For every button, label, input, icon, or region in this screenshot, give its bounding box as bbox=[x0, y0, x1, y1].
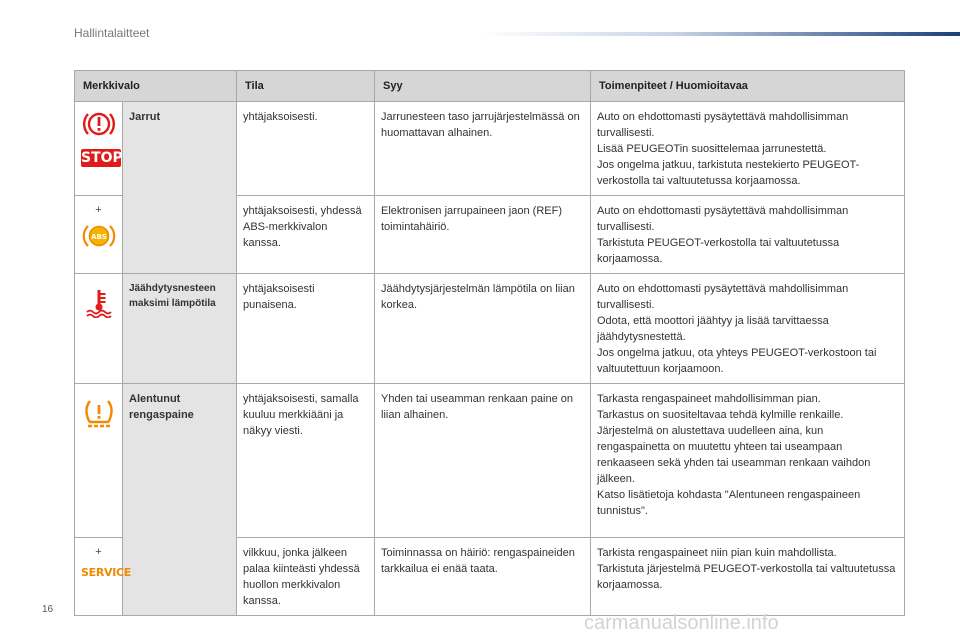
service-icon: SERVICE bbox=[81, 566, 131, 579]
coolant-temperature-icon bbox=[85, 290, 112, 318]
icon-cell bbox=[74, 273, 123, 384]
table-row: + ABS yhtäjaksoisesti, yhdessä ABS-merkk… bbox=[74, 195, 905, 274]
header-state: Tila bbox=[236, 70, 375, 102]
action-cell: Tarkasta rengaspaineet mahdollisimman pi… bbox=[590, 383, 905, 538]
tyre-pressure-icon bbox=[84, 400, 113, 428]
abs-icon: ABS bbox=[82, 225, 115, 247]
state-cell: yhtäjaksoisesti. bbox=[236, 101, 375, 196]
plus-sign: + bbox=[95, 204, 102, 216]
table-header-row: Merkkivalo Tila Syy Toimenpiteet / Huomi… bbox=[74, 70, 905, 102]
warning-name-empty bbox=[122, 537, 237, 616]
stop-icon: STOP bbox=[81, 149, 123, 167]
table-row: STOP Jarrut yhtäjaksoisesti. Jarrunestee… bbox=[74, 101, 905, 196]
table-row: + SERVICE vilkkuu, jonka jälkeen palaa k… bbox=[74, 537, 905, 616]
icon-cell: STOP bbox=[74, 101, 123, 196]
warning-lights-table: Merkkivalo Tila Syy Toimenpiteet / Huomi… bbox=[74, 70, 905, 616]
section-title: Hallintalaitteet bbox=[74, 26, 150, 40]
warning-name: Alentunut rengaspaine bbox=[122, 383, 237, 538]
state-cell: yhtäjaksoisesti, yhdessä ABS-merkkivalon… bbox=[236, 195, 375, 274]
action-cell: Tarkista rengaspaineet niin pian kuin ma… bbox=[590, 537, 905, 616]
table-row: Alentunut rengaspaine yhtäjaksoisesti, s… bbox=[74, 383, 905, 538]
action-cell: Auto on ehdottomasti pysäytettävä mahdol… bbox=[590, 273, 905, 384]
page-number: 16 bbox=[42, 604, 54, 615]
header-bar bbox=[480, 32, 960, 36]
action-cell: Auto on ehdottomasti pysäytettävä mahdol… bbox=[590, 101, 905, 196]
cause-cell: Jarrunesteen taso jarrujärjestelmässä on… bbox=[374, 101, 591, 196]
cause-cell: Toiminnassa on häiriö: rengaspaineiden t… bbox=[374, 537, 591, 616]
header-cause: Syy bbox=[374, 70, 591, 102]
cause-cell: Jäähdytysjärjestelmän lämpötila on liian… bbox=[374, 273, 591, 384]
table-row: Jäähdytysnesteen maksimi lämpötila yhtäj… bbox=[74, 273, 905, 384]
warning-name: Jäähdytysnesteen maksimi lämpötila bbox=[122, 273, 237, 384]
brake-warning-icon bbox=[82, 112, 115, 136]
cause-cell: Elektronisen jarrupaineen jaon (REF) toi… bbox=[374, 195, 591, 274]
icon-cell: + ABS bbox=[74, 195, 123, 274]
header-action: Toimenpiteet / Huomioitavaa bbox=[590, 70, 905, 102]
state-cell: vilkkuu, jonka jälkeen palaa kiinteästi … bbox=[236, 537, 375, 616]
header-symbol: Merkkivalo bbox=[74, 70, 237, 102]
action-cell: Auto on ehdottomasti pysäytettävä mahdol… bbox=[590, 195, 905, 274]
svg-text:ABS: ABS bbox=[91, 233, 107, 241]
state-cell: yhtäjaksoisesti, samalla kuuluu merkkiää… bbox=[236, 383, 375, 538]
state-cell: yhtäjaksoisesti punaisena. bbox=[236, 273, 375, 384]
icon-cell bbox=[74, 383, 123, 538]
watermark: carmanualsonline.info bbox=[584, 612, 779, 634]
warning-name-empty bbox=[122, 195, 237, 274]
plus-sign: + bbox=[95, 546, 102, 558]
warning-name: Jarrut bbox=[122, 101, 237, 196]
cause-cell: Yhden tai useamman renkaan paine on liia… bbox=[374, 383, 591, 538]
icon-cell: + SERVICE bbox=[74, 537, 131, 616]
